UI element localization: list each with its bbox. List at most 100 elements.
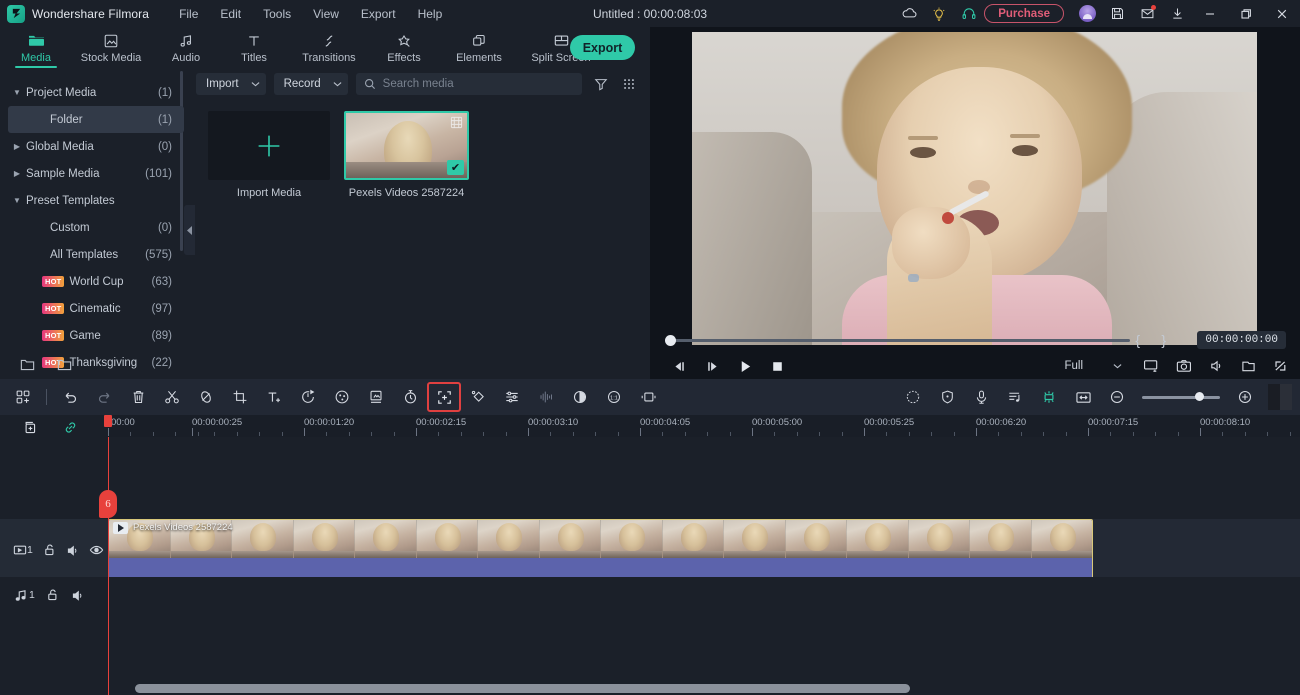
import-dropdown[interactable]: Import <box>196 73 266 95</box>
voiceover-button[interactable] <box>964 382 998 412</box>
avatar-icon[interactable] <box>1072 0 1102 27</box>
menu-item-edit[interactable]: Edit <box>220 7 241 21</box>
unlocked-icon[interactable] <box>41 584 66 606</box>
eye-icon[interactable] <box>85 539 108 561</box>
color-button[interactable] <box>325 382 359 412</box>
monitor-icon[interactable] <box>1143 359 1159 373</box>
redo-button[interactable] <box>87 382 121 412</box>
fullscreen-icon[interactable] <box>1273 359 1288 373</box>
search-media-box[interactable] <box>355 73 582 95</box>
export-button[interactable]: Export <box>570 35 635 60</box>
crop-button[interactable] <box>223 382 257 412</box>
menu-item-tools[interactable]: Tools <box>263 7 291 21</box>
preview-quality-dropdown[interactable]: Full <box>1060 356 1126 376</box>
mail-icon[interactable] <box>1132 0 1162 27</box>
menu-item-file[interactable]: File <box>179 7 198 21</box>
panel-collapse-handle[interactable] <box>184 205 195 255</box>
sidebar-item-sample-media[interactable]: ▶ Sample Media (101) <box>8 160 184 187</box>
sidebar-item-game[interactable]: HOT Game (89) <box>8 322 184 349</box>
tab-titles[interactable]: Titles <box>220 27 288 69</box>
step-back-icon[interactable] <box>672 360 687 373</box>
undo-button[interactable] <box>53 382 87 412</box>
purchase-button[interactable]: Purchase <box>984 4 1064 23</box>
minimize-icon[interactable] <box>1192 0 1228 27</box>
new-folder-icon[interactable] <box>20 358 35 371</box>
marker-button[interactable] <box>930 382 964 412</box>
headset-icon[interactable] <box>954 0 984 27</box>
zoom-in-button[interactable] <box>1228 382 1262 412</box>
stop-icon[interactable] <box>771 360 784 373</box>
popout-icon[interactable] <box>1241 359 1256 373</box>
timeline-clip[interactable]: Pexels Videos 2587224 <box>108 519 1093 579</box>
tab-effects[interactable]: Effects <box>370 27 438 69</box>
tab-elements[interactable]: Elements <box>438 27 520 69</box>
add-track-icon[interactable] <box>22 420 37 435</box>
open-folder-icon[interactable] <box>57 358 72 371</box>
speed-button[interactable] <box>291 382 325 412</box>
audio-detach-button[interactable] <box>529 382 563 412</box>
mask-button[interactable] <box>189 382 223 412</box>
duration-button[interactable] <box>393 382 427 412</box>
settings-gear-button[interactable] <box>896 382 930 412</box>
menu-item-view[interactable]: View <box>313 7 339 21</box>
media-clip-tile[interactable]: ✔ Pexels Videos 2587224 <box>344 111 469 199</box>
timeline-hscrollbar-thumb[interactable] <box>135 684 910 693</box>
play-icon[interactable] <box>738 359 753 374</box>
scrubber-handle[interactable] <box>665 334 676 346</box>
preview-scrubber[interactable]: { } 00:00:00:00 <box>660 330 1290 350</box>
sidebar-item-folder[interactable]: Folder (1) <box>8 106 184 133</box>
sidebar-item-world-cup[interactable]: HOT World Cup (63) <box>8 268 184 295</box>
scrubber-track[interactable] <box>670 338 1130 342</box>
step-forward-icon[interactable] <box>705 360 720 373</box>
media-clip-thumbnail[interactable]: ✔ <box>344 111 469 180</box>
motion-tracking-button[interactable] <box>563 382 597 412</box>
download-icon[interactable] <box>1162 0 1192 27</box>
cloud-icon[interactable] <box>894 0 924 27</box>
menu-item-export[interactable]: Export <box>361 7 396 21</box>
timeline-hscrollbar-track[interactable] <box>108 682 1300 695</box>
grid-view-icon[interactable] <box>620 77 638 91</box>
tab-transitions[interactable]: Transitions <box>288 27 370 69</box>
sidebar-item-preset-templates[interactable]: ▼ Preset Templates <box>8 187 184 214</box>
tab-stock-media[interactable]: Stock Media <box>70 27 152 69</box>
split-button[interactable] <box>155 382 189 412</box>
snap-button[interactable] <box>1032 382 1066 412</box>
auto-enhance-button[interactable] <box>359 382 393 412</box>
menu-item-help[interactable]: Help <box>418 7 443 21</box>
speaker-on-icon[interactable] <box>62 539 85 561</box>
render-preview-button[interactable]: 1:1 <box>597 382 631 412</box>
mark-in-button[interactable]: { <box>1135 332 1140 348</box>
record-dropdown[interactable]: Record <box>273 73 348 95</box>
link-icon[interactable] <box>63 420 78 435</box>
zoom-out-button[interactable] <box>1100 382 1134 412</box>
lightbulb-icon[interactable] <box>924 0 954 27</box>
tab-media[interactable]: Media <box>2 27 70 69</box>
speaker-on-icon[interactable] <box>66 584 91 606</box>
adjust-button[interactable] <box>495 382 529 412</box>
sidebar-item-global-media[interactable]: ▶ Global Media (0) <box>8 133 184 160</box>
unlocked-icon[interactable] <box>39 539 62 561</box>
fit-timeline-button[interactable] <box>1066 382 1100 412</box>
timeline-playhead[interactable]: 6 <box>99 415 117 695</box>
speaker-icon[interactable] <box>1209 359 1224 373</box>
freeze-frame-button[interactable] <box>631 382 665 412</box>
layout-grid-button[interactable] <box>6 382 40 412</box>
sidebar-item-custom[interactable]: Custom (0) <box>8 214 184 241</box>
sidebar-item-project-media[interactable]: ▼ Project Media (1) <box>8 79 184 106</box>
video-track-lane[interactable]: Pexels Videos 2587224 <box>108 519 1300 581</box>
preview-timecode[interactable]: 00:00:00:00 <box>1197 331 1286 349</box>
mark-out-button[interactable]: } <box>1161 332 1166 348</box>
zoom-slider-handle[interactable] <box>1195 392 1204 401</box>
sidebar-item-all-templates[interactable]: All Templates (575) <box>8 241 184 268</box>
audio-track-lane[interactable] <box>108 577 1300 613</box>
preview-video[interactable] <box>692 32 1257 345</box>
keyframe-button[interactable] <box>461 382 495 412</box>
tab-audio[interactable]: Audio <box>152 27 220 69</box>
camera-icon[interactable] <box>1176 359 1192 373</box>
zoom-slider[interactable] <box>1142 392 1220 401</box>
playhead-pin[interactable]: 6 <box>99 490 117 518</box>
search-input[interactable] <box>382 78 574 90</box>
auto-reframe-button[interactable] <box>427 382 461 412</box>
close-icon[interactable] <box>1264 0 1300 27</box>
save-icon[interactable] <box>1102 0 1132 27</box>
